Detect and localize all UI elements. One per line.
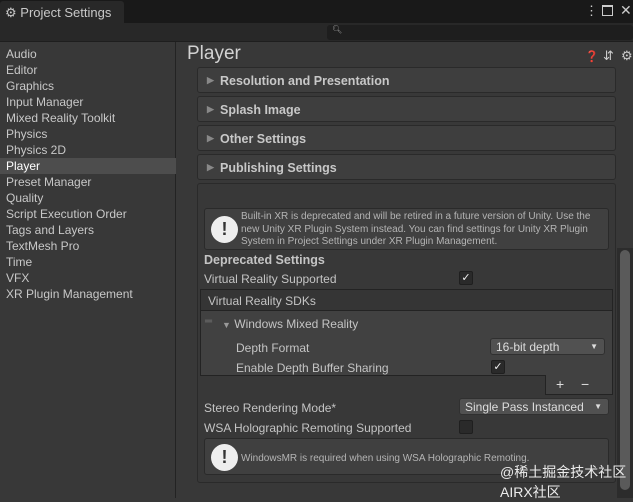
- deprecated-settings-header: Deprecated Settings: [204, 253, 325, 267]
- gear-icon[interactable]: ⚙: [621, 48, 633, 64]
- sidebar-item-textmesh-pro[interactable]: TextMesh Pro: [0, 238, 176, 254]
- window-tab[interactable]: ⚙ Project Settings: [0, 1, 124, 23]
- sidebar-item-physics-2d[interactable]: Physics 2D: [0, 142, 176, 158]
- expand-arrow-icon: ▼: [222, 320, 231, 330]
- foldout-label: Other Settings: [220, 132, 307, 146]
- sidebar-item-xr-plugin-management[interactable]: XR Plugin Management: [0, 286, 176, 302]
- foldout-splash-image[interactable]: ▶ Splash Image: [197, 96, 616, 122]
- wsa-label: WSA Holographic Remoting Supported: [204, 421, 412, 435]
- collapse-arrow-icon: ▶: [207, 133, 214, 143]
- foldout-label: Splash Image: [220, 103, 301, 117]
- window-title: Project Settings: [20, 5, 112, 20]
- sidebar-item-tags-and-layers[interactable]: Tags and Layers: [0, 222, 176, 238]
- warning-text: Built-in XR is deprecated and will be re…: [241, 211, 591, 247]
- deprecation-warning: ! Built-in XR is deprecated and will be …: [204, 208, 609, 250]
- foldout-label: Publishing Settings: [220, 161, 337, 175]
- chevron-down-icon: ▼: [594, 402, 602, 411]
- vr-supported-label: Virtual Reality Supported: [204, 272, 337, 286]
- foldout-label: Resolution and Presentation: [220, 74, 390, 88]
- sidebar-item-graphics[interactable]: Graphics: [0, 78, 176, 94]
- collapse-arrow-icon: ▶: [207, 162, 214, 172]
- sidebar-item-player[interactable]: Player: [0, 158, 176, 174]
- warning-icon: !: [211, 444, 238, 471]
- sidebar-item-audio[interactable]: Audio: [0, 46, 176, 62]
- help-icon[interactable]: ❓: [585, 50, 599, 63]
- search-icon: 🔍︎: [332, 25, 343, 34]
- foldout-other-settings[interactable]: ▶ Other Settings: [197, 125, 616, 151]
- vr-sdks-label: Virtual Reality SDKs: [208, 294, 316, 308]
- chevron-down-icon: ▼: [590, 342, 598, 351]
- drag-handle-icon[interactable]: ═: [205, 316, 212, 327]
- depth-format-dropdown[interactable]: 16-bit depth ▼: [490, 338, 605, 355]
- gear-icon: ⚙: [5, 5, 17, 20]
- scrollbar-thumb[interactable]: [620, 250, 630, 490]
- sidebar-item-quality[interactable]: Quality: [0, 190, 176, 206]
- search-input[interactable]: 🔍︎: [327, 25, 633, 40]
- sidebar-item-editor[interactable]: Editor: [0, 62, 176, 78]
- depth-sharing-checkbox[interactable]: ✓: [491, 360, 505, 374]
- vr-sdks-header: Virtual Reality SDKs: [200, 289, 613, 311]
- sidebar-item-input-manager[interactable]: Input Manager: [0, 94, 176, 110]
- depth-format-value: 16-bit depth: [496, 340, 560, 354]
- add-button[interactable]: +: [556, 376, 564, 392]
- collapse-arrow-icon: ▶: [207, 104, 214, 114]
- stereo-mode-dropdown[interactable]: Single Pass Instanced ▼: [459, 398, 609, 415]
- wsa-warning-text: WindowsMR is required when using WSA Hol…: [241, 453, 530, 464]
- sdk-name: Windows Mixed Reality: [234, 317, 359, 331]
- wsa-checkbox[interactable]: [459, 420, 473, 434]
- collapse-arrow-icon: ▶: [207, 75, 214, 85]
- remove-button[interactable]: −: [581, 376, 589, 392]
- maximize-icon[interactable]: [602, 5, 613, 16]
- close-icon[interactable]: ✕: [620, 2, 632, 19]
- depth-sharing-label: Enable Depth Buffer Sharing: [236, 361, 389, 375]
- foldout-publishing-settings[interactable]: ▶ Publishing Settings: [197, 154, 616, 180]
- watermark: @稀土掘金技术社区 AIRX社区: [500, 464, 627, 500]
- stereo-mode-value: Single Pass Instanced: [465, 400, 584, 414]
- foldout-resolution-and-presentation[interactable]: ▶ Resolution and Presentation: [197, 67, 616, 93]
- stereo-mode-label: Stereo Rendering Mode*: [204, 401, 337, 415]
- sidebar-item-script-execution-order[interactable]: Script Execution Order: [0, 206, 176, 222]
- sidebar-item-preset-manager[interactable]: Preset Manager: [0, 174, 176, 190]
- page-title: Player: [187, 43, 241, 64]
- sidebar-item-physics[interactable]: Physics: [0, 126, 176, 142]
- sidebar-item-mixed-reality-toolkit[interactable]: Mixed Reality Toolkit: [0, 110, 176, 126]
- depth-format-label: Depth Format: [236, 341, 310, 355]
- presets-icon[interactable]: ⇵: [603, 48, 614, 64]
- kebab-icon[interactable]: ⋮: [585, 3, 598, 19]
- sdk-item[interactable]: ▼ Windows Mixed Reality: [222, 317, 358, 331]
- sidebar-item-time[interactable]: Time: [0, 254, 176, 270]
- sidebar-item-vfx[interactable]: VFX: [0, 270, 176, 286]
- vr-supported-checkbox[interactable]: ✓: [459, 271, 473, 285]
- warning-icon: !: [211, 216, 238, 243]
